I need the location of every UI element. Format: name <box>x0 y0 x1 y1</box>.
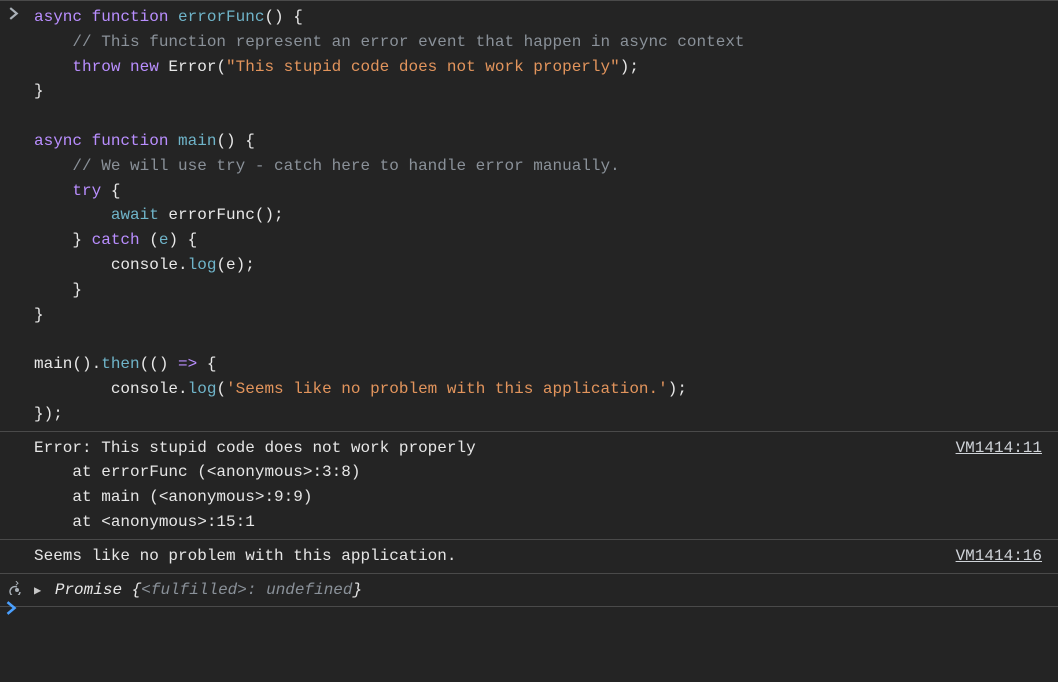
console-input-entry: async function errorFunc() { // This fun… <box>0 0 1058 431</box>
console-log-info: Seems like no problem with this applicat… <box>0 539 1058 573</box>
result-object-name: Promise <box>55 581 132 599</box>
expand-arrow-icon[interactable]: ▶ <box>34 582 41 601</box>
input-code[interactable]: async function errorFunc() { // This fun… <box>34 5 1046 427</box>
input-prompt-icon <box>8 7 26 20</box>
console-prompt[interactable] <box>0 606 1058 626</box>
console-log-error: Error: This stupid code does not work pr… <box>0 431 1058 539</box>
promise-value: undefined <box>266 581 352 599</box>
input-code-area[interactable]: async function errorFunc() { // This fun… <box>0 5 1058 427</box>
info-log-text[interactable]: Seems like no problem with this applicat… <box>34 544 932 569</box>
result-object[interactable]: ▶ Promise {<fulfilled>: undefined} <box>0 578 1058 603</box>
promise-state: <fulfilled> <box>141 581 247 599</box>
result-icon <box>8 581 26 595</box>
console-result-entry: ▶ Promise {<fulfilled>: undefined} <box>0 573 1058 607</box>
devtools-console: async function errorFunc() { // This fun… <box>0 0 1058 626</box>
source-link[interactable]: VM1414:16 <box>956 544 1042 569</box>
prompt-chevron-icon <box>5 599 17 624</box>
source-link[interactable]: VM1414:11 <box>956 436 1042 461</box>
error-log-text[interactable]: Error: This stupid code does not work pr… <box>34 436 932 535</box>
